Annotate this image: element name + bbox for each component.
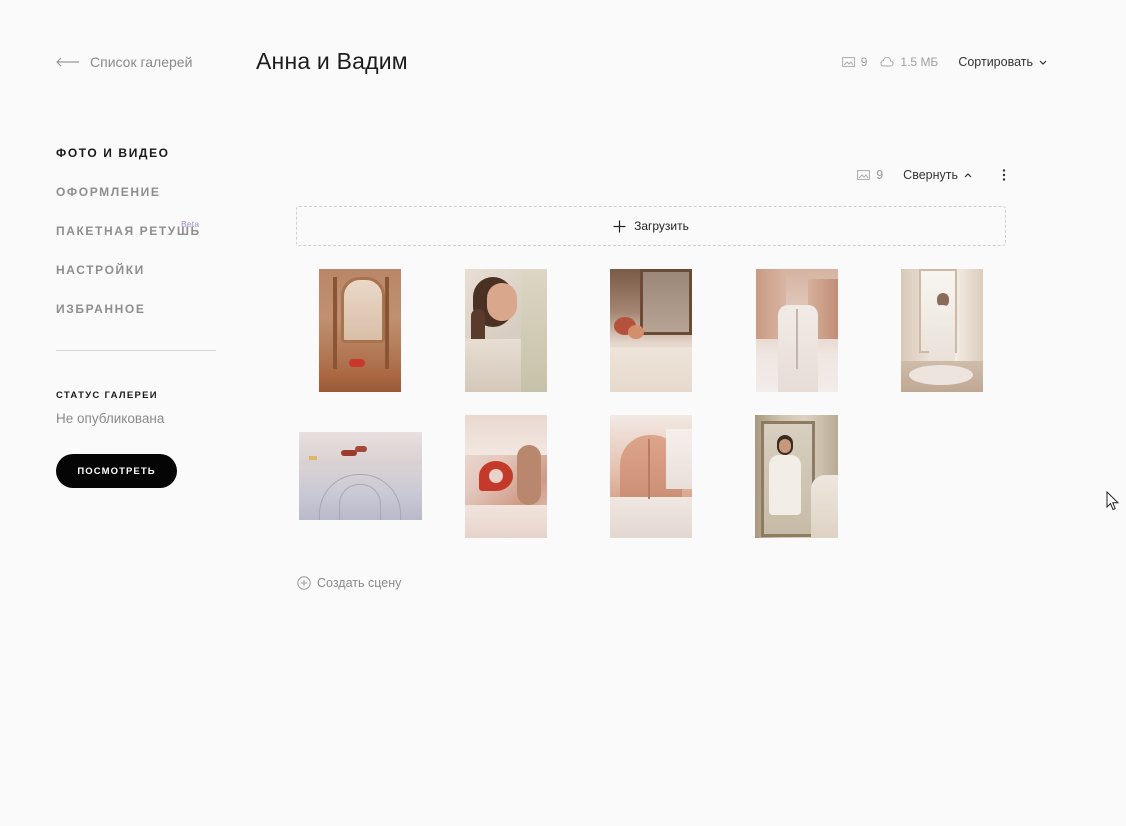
photo-thumbnail[interactable] — [901, 269, 983, 392]
photo-thumbnail[interactable] — [610, 269, 692, 392]
sort-label: Сортировать — [958, 55, 1033, 69]
image-icon — [857, 170, 871, 180]
photo-count: 9 — [841, 55, 868, 69]
more-vertical-icon — [1002, 169, 1006, 181]
photo-count-value: 9 — [860, 55, 868, 69]
sort-dropdown[interactable]: Сортировать — [958, 55, 1047, 69]
gallery-status-heading: СТАТУС ГАЛЕРЕИ — [56, 390, 158, 401]
sidebar-item-label: ОФОРМЛЕНИЕ — [56, 185, 161, 199]
page-title: Анна и Вадим — [256, 48, 408, 74]
photo-thumbnail[interactable] — [319, 269, 401, 392]
create-scene-button[interactable]: Создать сцену — [297, 576, 401, 590]
section-photo-count: 9 — [857, 168, 883, 182]
upload-label: Загрузить — [634, 219, 689, 233]
sidebar-item-settings[interactable]: НАСТРОЙКИ — [56, 263, 216, 302]
chevron-down-icon — [1039, 60, 1047, 65]
view-gallery-button[interactable]: ПОСМОТРЕТЬ — [56, 454, 177, 488]
collapse-label: Свернуть — [903, 168, 958, 182]
sidebar-item-label: ИЗБРАННОЕ — [56, 302, 146, 316]
gallery-status-value: Не опубликована — [56, 411, 165, 426]
photo-thumbnail[interactable] — [299, 432, 422, 520]
gallery-meta: 9 1.5 МБ Сортировать — [841, 55, 1047, 69]
sidebar-item-label: НАСТРОЙКИ — [56, 263, 145, 277]
section-photo-count-value: 9 — [876, 168, 884, 182]
sidebar-item-photos-videos[interactable]: ФОТО И ВИДЕО — [56, 146, 216, 185]
sidebar-divider — [56, 350, 216, 351]
mouse-cursor-icon — [1106, 491, 1120, 511]
back-link-label: Список галерей — [90, 54, 193, 70]
cloud-icon — [880, 57, 894, 67]
more-options-button[interactable] — [1002, 169, 1006, 181]
plus-circle-icon — [297, 576, 311, 590]
arrow-left-icon — [56, 57, 79, 67]
photo-thumbnail[interactable] — [756, 269, 838, 392]
photo-thumbnail[interactable] — [610, 415, 692, 538]
photo-thumbnail[interactable] — [755, 415, 838, 538]
create-scene-label: Создать сцену — [317, 576, 402, 590]
sidebar-item-batch-retouch[interactable]: ПАКЕТНАЯ РЕТУШЬ Beta — [56, 219, 216, 263]
storage-size: 1.5 МБ — [879, 55, 938, 69]
beta-badge: Beta — [181, 219, 200, 229]
collapse-button[interactable]: Свернуть — [903, 168, 972, 182]
sidebar-item-label: ФОТО И ВИДЕО — [56, 146, 170, 160]
sidebar-nav: ФОТО И ВИДЕО ОФОРМЛЕНИЕ ПАКЕТНАЯ РЕТУШЬ … — [56, 146, 216, 341]
plus-icon — [613, 220, 626, 232]
image-icon — [841, 57, 855, 67]
upload-dropzone[interactable]: Загрузить — [296, 206, 1006, 246]
section-toolbar: 9 Свернуть — [857, 168, 1006, 182]
sidebar-item-favorites[interactable]: ИЗБРАННОЕ — [56, 302, 216, 341]
sidebar-item-label: ПАКЕТНАЯ РЕТУШЬ — [56, 224, 201, 238]
back-to-galleries-link[interactable]: Список галерей — [56, 54, 192, 70]
storage-value: 1.5 МБ — [900, 55, 939, 69]
chevron-up-icon — [964, 172, 972, 177]
photo-thumbnail[interactable] — [465, 415, 547, 538]
photo-thumbnail[interactable] — [465, 269, 547, 392]
